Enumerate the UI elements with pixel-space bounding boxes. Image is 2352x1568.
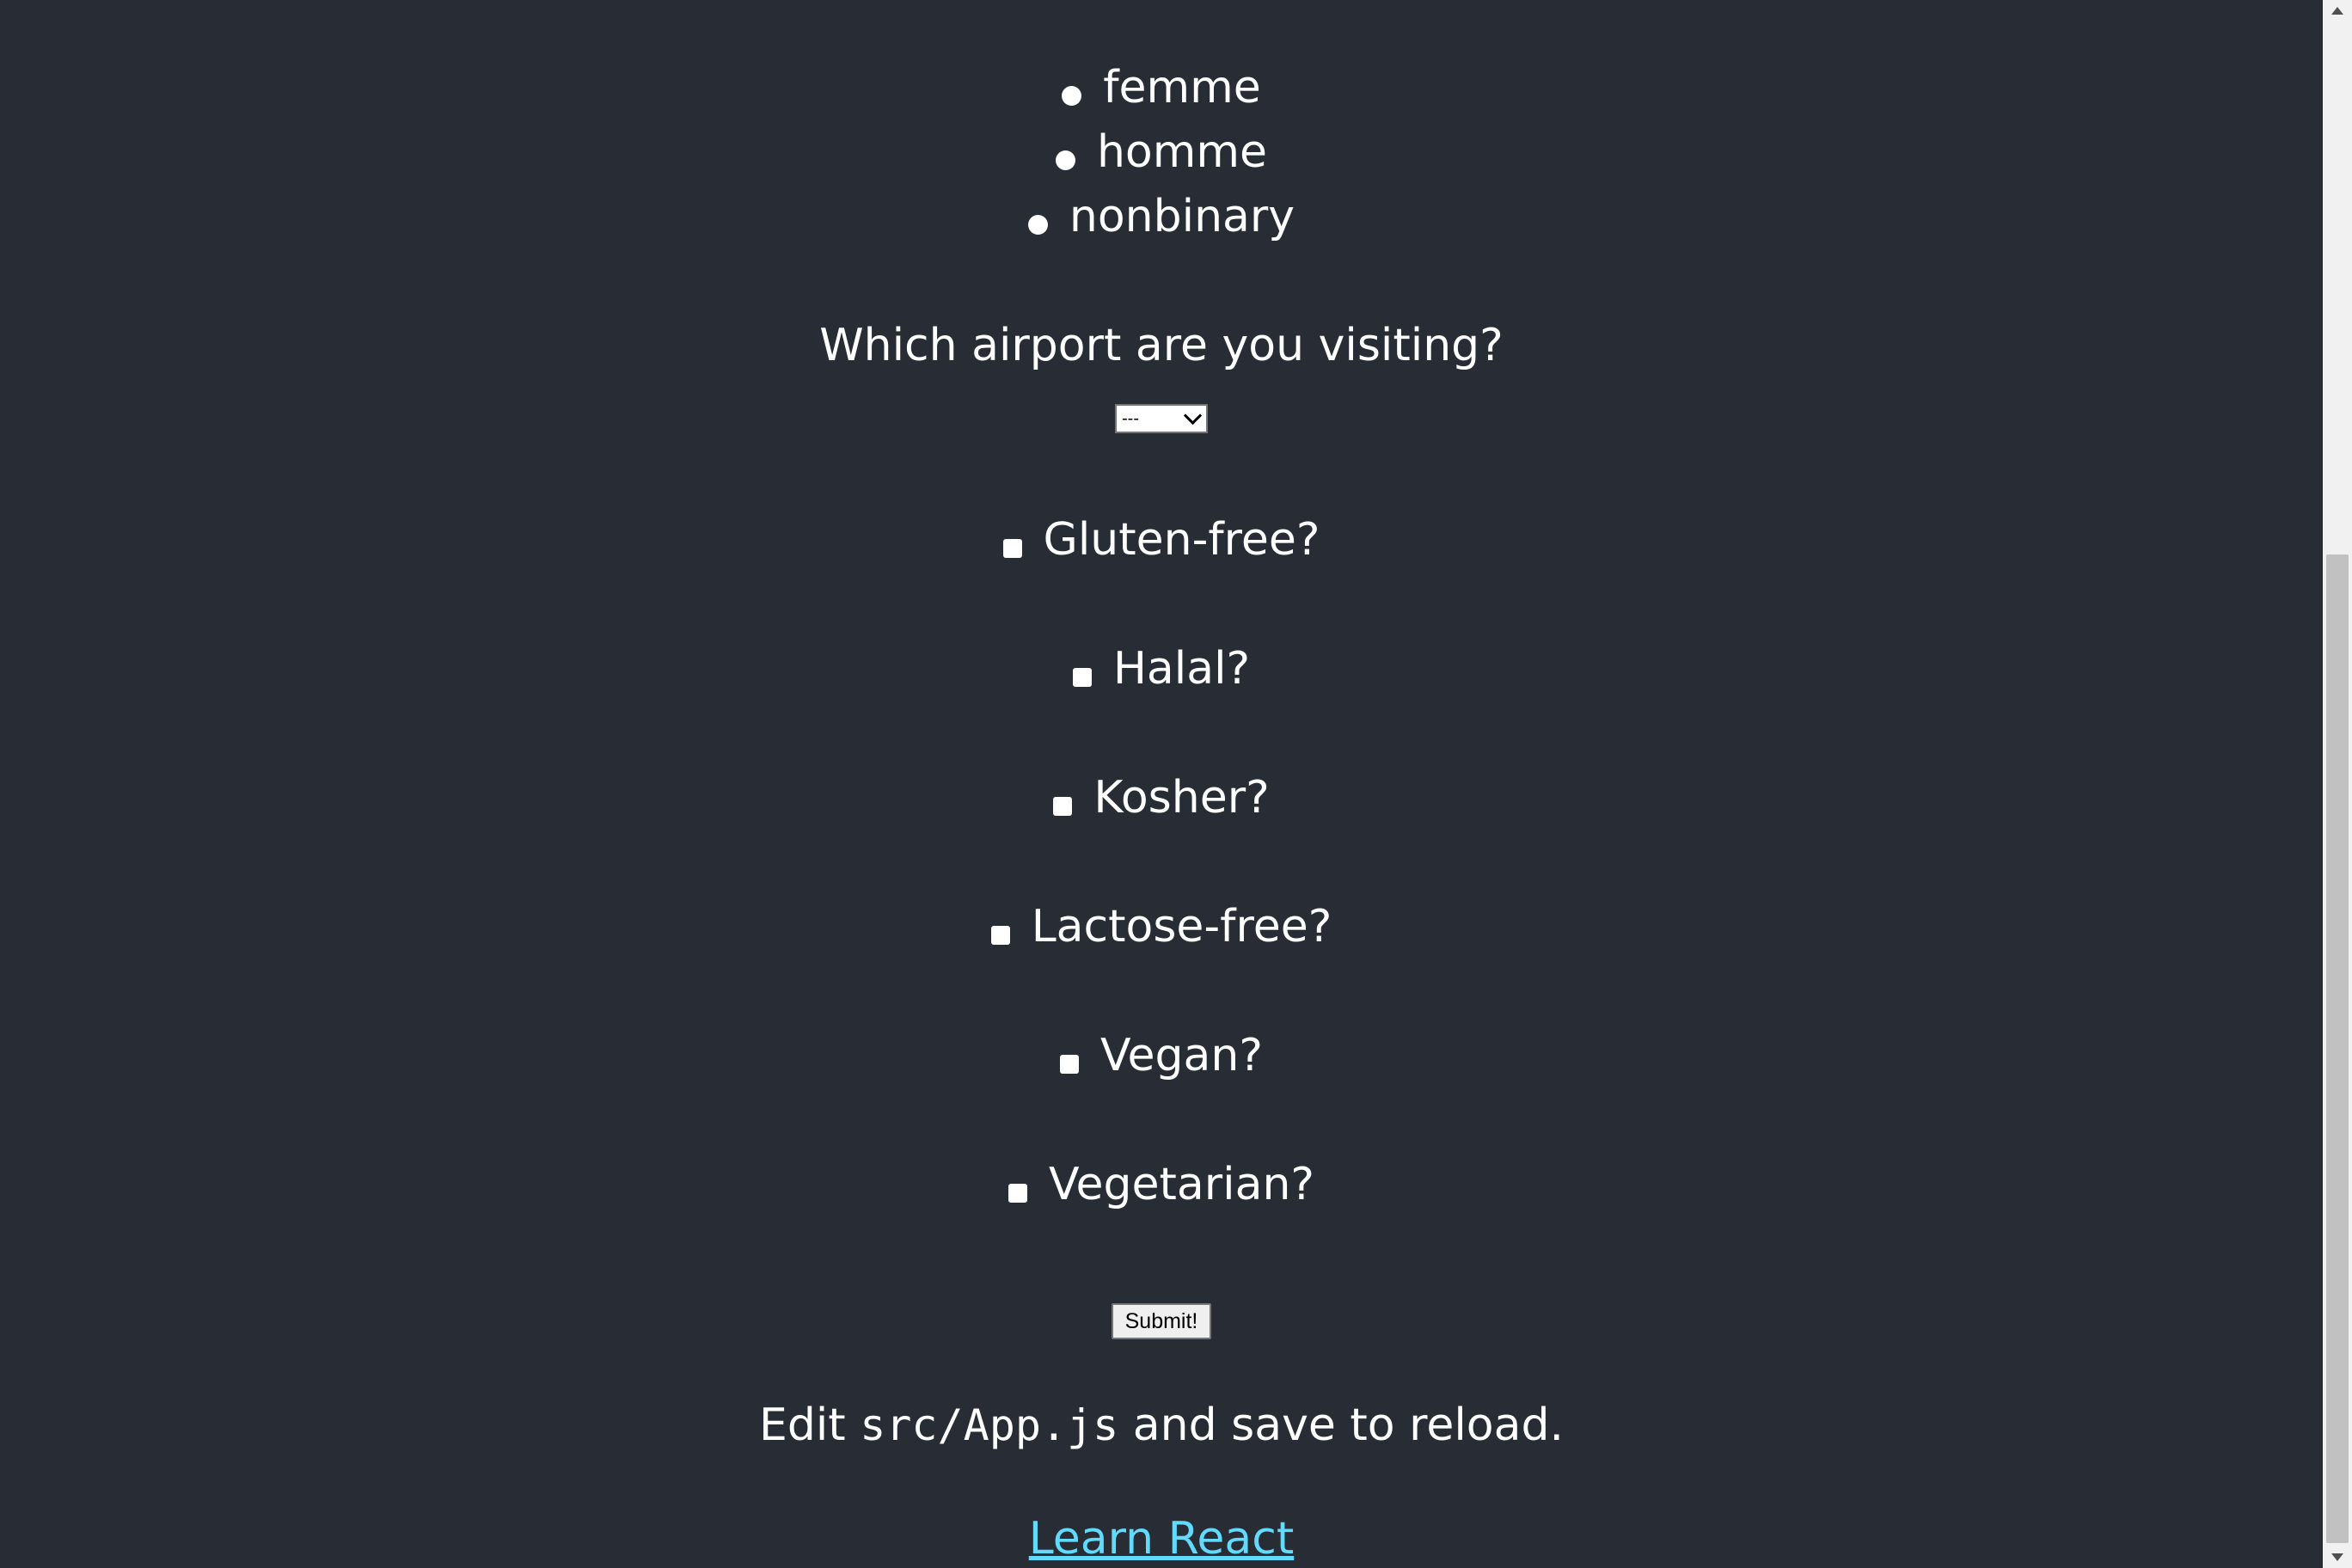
checkbox-icon[interactable] [1002,539,1022,558]
checkbox-icon[interactable] [1053,797,1073,816]
edit-text-before: Edit [758,1400,861,1451]
radio-option-nonbinary[interactable]: nonbinary [0,189,2323,244]
checkbox-icon[interactable] [1060,1055,1080,1074]
checkbox-option-vegan[interactable]: Vegan? [0,1028,2323,1083]
checkbox-icon[interactable] [1072,668,1092,687]
chevron-down-icon [1183,406,1203,425]
checkbox-label: Kosher? [1093,772,1270,824]
radio-button-icon[interactable] [1027,215,1048,235]
radio-button-icon[interactable] [1055,150,1075,170]
radio-label: homme [1096,126,1268,178]
checkbox-option-lactose-free[interactable]: Lactose-free? [0,899,2323,954]
radio-option-homme[interactable]: homme [0,125,2323,180]
checkbox-option-halal[interactable]: Halal? [0,641,2323,696]
edit-code-path: src/App.js [860,1400,1119,1450]
airport-select[interactable]: --- [1115,404,1208,433]
checkbox-icon[interactable] [990,926,1010,945]
checkbox-label: Vegetarian? [1048,1159,1315,1210]
radio-option-femme[interactable]: femme [0,60,2323,115]
edit-instruction: Edit src/App.js and save to reload. [759,1398,1564,1453]
scroll-thumb[interactable] [2326,554,2349,1543]
checkbox-option-vegetarian[interactable]: Vegetarian? [0,1157,2323,1212]
checkbox-label: Gluten-free? [1043,514,1320,566]
vertical-scrollbar[interactable] [2323,0,2352,1568]
checkbox-label: Lactose-free? [1031,901,1332,952]
radio-label: nonbinary [1069,191,1295,242]
radio-button-icon[interactable] [1062,86,1082,106]
checkbox-label: Vegan? [1100,1030,1263,1081]
edit-text-after: and save to reload. [1118,1400,1565,1451]
airport-select-value: --- [1122,408,1139,428]
learn-react-link[interactable]: Learn React [1029,1511,1295,1566]
submit-button[interactable]: Submit! [1111,1303,1212,1339]
radio-label: femme [1103,62,1261,113]
scroll-up-arrow-icon[interactable] [2331,7,2343,15]
checkbox-label: Halal? [1112,643,1251,695]
scroll-down-arrow-icon[interactable] [2331,1553,2343,1561]
app-page: femme homme nonbinary Which airport are … [0,0,2323,1568]
checkbox-icon[interactable] [1008,1184,1027,1203]
checkbox-option-kosher[interactable]: Kosher? [0,770,2323,825]
airport-question: Which airport are you visiting? [819,320,1504,371]
checkbox-option-gluten-free[interactable]: Gluten-free? [0,512,2323,567]
